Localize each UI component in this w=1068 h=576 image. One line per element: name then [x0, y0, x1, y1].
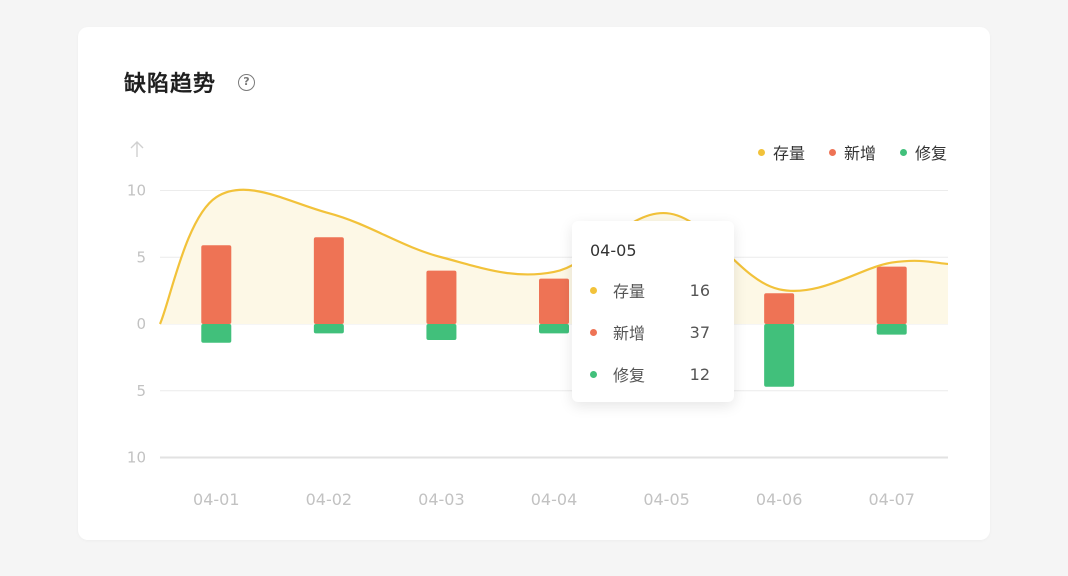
legend-dot-stock [757, 148, 765, 156]
tooltip-dot-added [590, 328, 597, 336]
tooltip-row-stock: 存量 16 [590, 278, 710, 302]
bar-added [426, 270, 457, 324]
bar-fixed [426, 324, 457, 341]
legend-item-fixed[interactable]: 修复 [899, 140, 947, 164]
legend-label-added: 新增 [843, 144, 876, 163]
legend-label-fixed: 修复 [914, 144, 947, 163]
legend-item-added[interactable]: 新增 [828, 140, 876, 164]
legend: 存量 新增 修复 [757, 140, 947, 164]
y-tick-label: 0 [136, 315, 146, 333]
x-tick-label: 04-07 [868, 490, 915, 509]
legend-dot-added [828, 148, 836, 156]
defect-trend-chart: 10 5 0 5 10 04-01 04-02 04-03 04-04 04-05 04-06 04-… [127, 141, 949, 509]
bar-fixed [539, 324, 569, 334]
tooltip-value-added: 37 [689, 322, 710, 342]
y-tick-label: 10 [127, 449, 146, 467]
arrow-up-icon [130, 141, 144, 157]
legend-dot-fixed [899, 148, 907, 156]
x-tick-label: 04-02 [306, 490, 353, 509]
tooltip-row-added: 新增 37 [590, 320, 710, 344]
x-tick-label: 04-01 [193, 490, 240, 509]
y-tick-label: 5 [136, 382, 146, 400]
bar-fixed [201, 324, 232, 343]
tooltip-dot-stock [590, 286, 597, 294]
x-tick-label: 04-05 [643, 490, 690, 509]
bar-fixed [313, 324, 344, 334]
bar-added [876, 266, 907, 324]
tooltip-label-added: 新增 [613, 324, 646, 343]
bar-added [539, 278, 569, 324]
bar-fixed [764, 324, 795, 387]
bar-added [313, 237, 344, 324]
bar-added [201, 245, 232, 324]
y-tick-label: 10 [127, 182, 146, 200]
x-tick-label: 04-03 [418, 490, 465, 509]
bar-added [764, 293, 795, 324]
tooltip-label-stock: 存量 [613, 282, 646, 301]
tooltip-value-fixed: 12 [689, 364, 710, 384]
bar-fixed [876, 324, 907, 335]
legend-label-stock: 存量 [772, 144, 805, 163]
legend-item-stock[interactable]: 存量 [757, 140, 805, 164]
tooltip-label-fixed: 修复 [613, 366, 646, 385]
tooltip-value-stock: 16 [689, 280, 710, 300]
tooltip-title: 04-05 [590, 241, 637, 260]
tooltip-row-fixed: 修复 12 [590, 362, 710, 386]
y-tick-label: 5 [136, 248, 146, 266]
tooltip-dot-fixed [590, 370, 597, 378]
x-tick-label: 04-04 [531, 490, 578, 509]
x-tick-label: 04-06 [756, 490, 803, 509]
chart-tooltip: 04-05 存量 16 新增 37 修复 12 [572, 221, 734, 402]
